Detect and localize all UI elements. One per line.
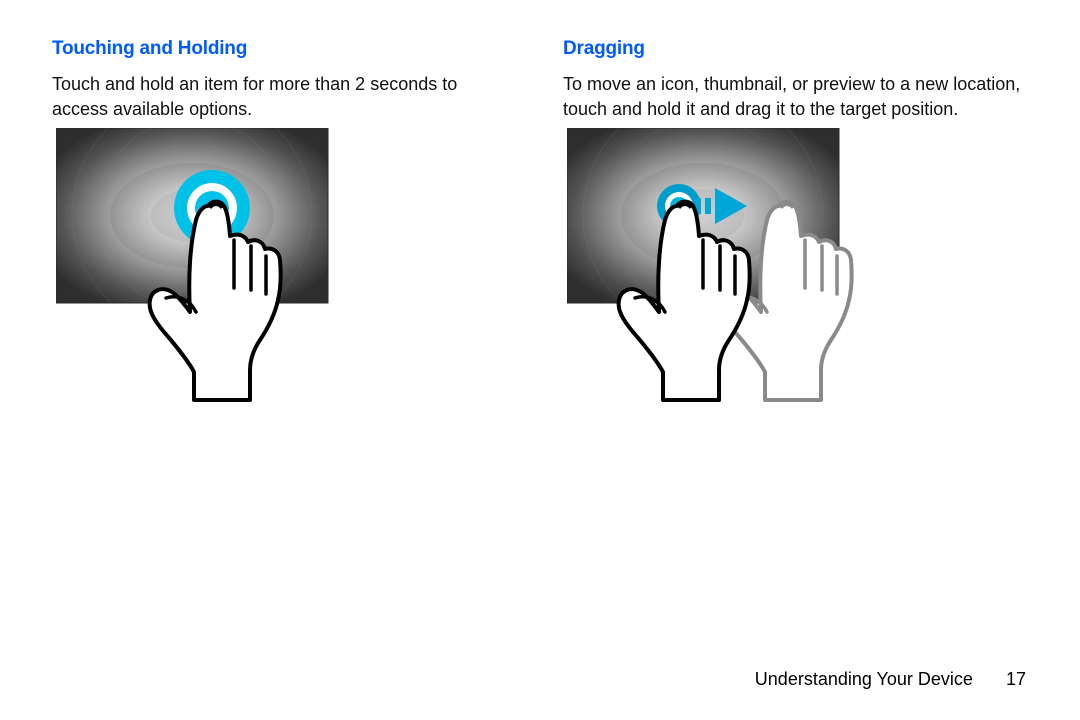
dragging-icon: [567, 128, 907, 428]
section-title: Understanding Your Device: [755, 669, 973, 689]
page-number: 17: [1006, 669, 1026, 690]
section-heading: Dragging: [563, 38, 1028, 60]
section-touch-hold: Touching and Holding Touch and hold an i…: [52, 38, 517, 428]
section-heading: Touching and Holding: [52, 38, 517, 60]
page-footer: Understanding Your Device 17: [755, 669, 1026, 690]
section-dragging: Dragging To move an icon, thumbnail, or …: [563, 38, 1028, 428]
two-column-layout: Touching and Holding Touch and hold an i…: [52, 38, 1028, 428]
touch-hold-illustration: [52, 128, 517, 428]
dragging-illustration: [563, 128, 1028, 428]
touch-hold-icon: [56, 128, 396, 428]
section-body: To move an icon, thumbnail, or preview t…: [563, 72, 1028, 122]
section-body: Touch and hold an item for more than 2 s…: [52, 72, 517, 122]
manual-page: Touching and Holding Touch and hold an i…: [0, 0, 1080, 720]
